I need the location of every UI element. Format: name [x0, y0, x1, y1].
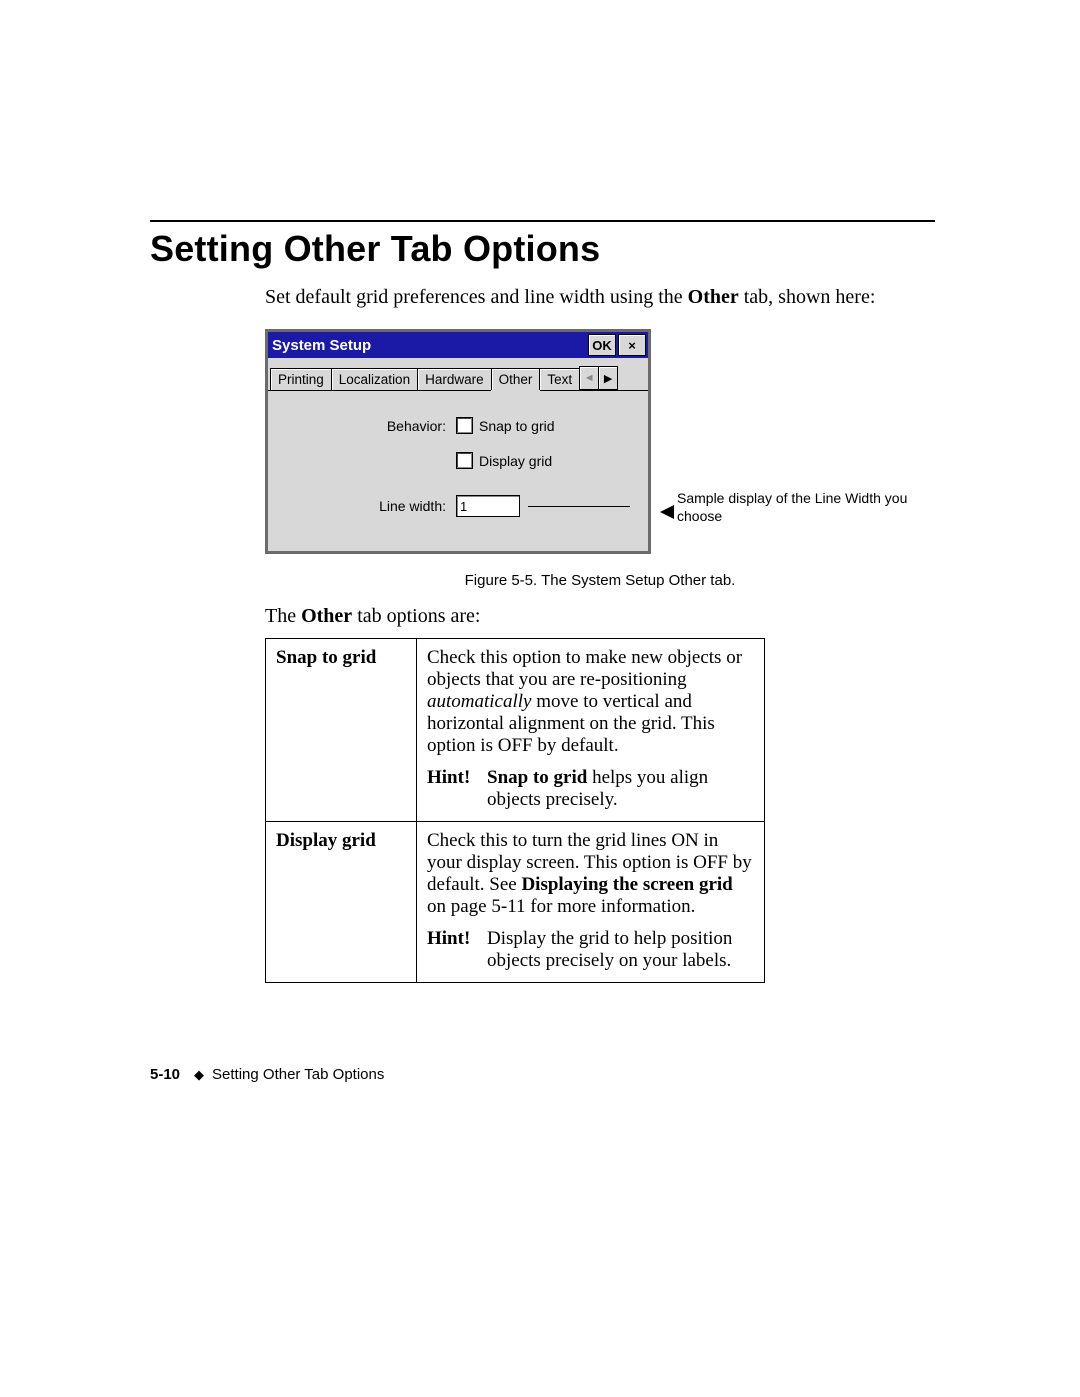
display-grid-row: Display grid	[286, 452, 630, 469]
ok-button[interactable]: OK	[588, 334, 616, 356]
top-rule	[150, 220, 935, 222]
display-grid-checkbox[interactable]	[456, 452, 473, 469]
body-column: Set default grid preferences and line wi…	[265, 284, 935, 983]
section-heading: Setting Other Tab Options	[150, 228, 935, 270]
option-desc-display: Check this to turn the grid lines ON in …	[417, 822, 765, 983]
tab-localization[interactable]: Localization	[331, 368, 418, 390]
behavior-row: Behavior: Snap to grid	[286, 417, 630, 434]
snap-desc-italic: automatically	[427, 691, 531, 712]
window-title: System Setup	[272, 337, 586, 354]
display-hint-text: Display the grid to help position object…	[487, 928, 754, 972]
snap-desc-before: Check this option to make new objects or…	[427, 647, 742, 690]
lead-after: tab options are:	[352, 605, 480, 627]
option-desc-snap: Check this option to make new objects or…	[417, 639, 765, 822]
footer-section-name: Setting Other Tab Options	[212, 1066, 384, 1083]
close-button[interactable]: ×	[618, 334, 646, 356]
line-width-value: 1	[460, 499, 467, 514]
line-width-input[interactable]: 1	[456, 495, 520, 517]
tab-other[interactable]: Other	[491, 368, 541, 390]
figure: System Setup OK × Printing Localization …	[265, 329, 935, 554]
snap-to-grid-checkbox[interactable]	[456, 417, 473, 434]
tab-scroll-left-icon[interactable]: ◄	[579, 366, 599, 390]
page: Setting Other Tab Options Set default gr…	[0, 0, 1080, 1397]
system-setup-window: System Setup OK × Printing Localization …	[265, 329, 651, 554]
arrow-left-icon	[660, 505, 674, 519]
page-footer: 5-10 ◆ Setting Other Tab Options	[150, 1066, 384, 1083]
intro-text-after: tab, shown here:	[739, 286, 876, 308]
display-hint-label: Hint!	[427, 928, 487, 972]
callout-text: Sample display of the Line Width you cho…	[677, 489, 920, 525]
tab-text[interactable]: Text	[539, 368, 580, 390]
line-width-row: Line width: 1	[286, 495, 630, 517]
snap-hint-bold: Snap to grid	[487, 767, 587, 788]
diamond-icon: ◆	[194, 1067, 204, 1083]
lead-before: The	[265, 605, 301, 627]
title-bar: System Setup OK ×	[268, 332, 648, 358]
lead-bold: Other	[301, 605, 352, 627]
snap-hint-label: Hint!	[427, 767, 487, 811]
tab-panel-other: Behavior: Snap to grid Display grid	[268, 390, 648, 551]
table-row: Display grid Check this to turn the grid…	[266, 822, 765, 983]
page-number: 5-10	[150, 1066, 180, 1083]
intro-paragraph: Set default grid preferences and line wi…	[265, 284, 935, 311]
display-grid-label: Display grid	[479, 453, 552, 469]
tab-hardware[interactable]: Hardware	[417, 368, 492, 390]
display-desc-after: on page 5-11 for more information.	[427, 896, 695, 917]
tab-strip: Printing Localization Hardware Other Tex…	[268, 358, 648, 390]
display-desc-bold: Displaying the screen grid	[521, 874, 732, 895]
options-table: Snap to grid Check this option to make n…	[265, 638, 765, 983]
snap-hint-text: Snap to grid helps you align objects pre…	[487, 767, 754, 811]
figure-caption: Figure 5-5. The System Setup Other tab.	[265, 572, 935, 589]
snap-hint: Hint! Snap to grid helps you align objec…	[427, 767, 754, 811]
display-hint: Hint! Display the grid to help position …	[427, 928, 754, 972]
line-width-label: Line width:	[286, 498, 456, 514]
option-key-snap: Snap to grid	[266, 639, 417, 822]
tab-printing[interactable]: Printing	[270, 368, 332, 390]
option-key-display: Display grid	[266, 822, 417, 983]
behavior-label: Behavior:	[286, 418, 456, 434]
line-width-sample	[528, 506, 630, 507]
tab-scroll-right-icon[interactable]: ▶	[598, 366, 618, 390]
intro-text-before: Set default grid preferences and line wi…	[265, 286, 688, 308]
lead-paragraph: The Other tab options are:	[265, 605, 935, 628]
callout: Sample display of the Line Width you cho…	[660, 489, 920, 525]
intro-bold: Other	[688, 286, 739, 308]
table-row: Snap to grid Check this option to make n…	[266, 639, 765, 822]
snap-to-grid-label: Snap to grid	[479, 418, 555, 434]
tab-scroll: ◄ ▶	[579, 366, 617, 390]
